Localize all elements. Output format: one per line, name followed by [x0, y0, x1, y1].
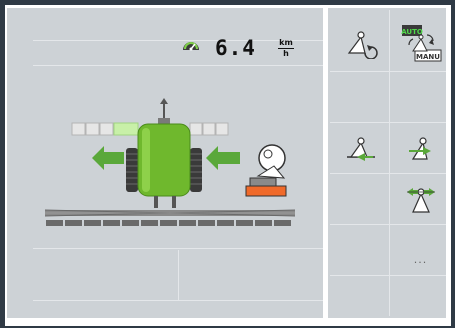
auto-manu-button[interactable]: AUTO MANU: [393, 18, 448, 68]
section-segment-active: [113, 122, 139, 136]
tilt-left-button[interactable]: [333, 124, 388, 174]
operator-icon: [245, 144, 287, 197]
section-segment: [202, 122, 216, 136]
sprayer-tank: [137, 123, 191, 197]
center-boom-button[interactable]: [393, 174, 448, 224]
boom-rotate-button[interactable]: [333, 18, 388, 68]
section-segment: [215, 122, 229, 136]
tilt-right-button[interactable]: [393, 124, 448, 174]
boom-rotate-icon: [347, 31, 378, 59]
more-button[interactable]: ...: [393, 234, 448, 284]
arrow-left-icon: [206, 146, 240, 170]
arrow-left-icon: [92, 146, 124, 170]
tilt-left-icon: [346, 137, 375, 161]
section-segment: [71, 122, 86, 136]
boom: [44, 209, 296, 217]
hitch: [158, 98, 170, 124]
auto-manu-icon: AUTO MANU: [401, 25, 441, 62]
section-segment: [189, 122, 203, 136]
sprayer-scene: [44, 98, 296, 226]
section-segment: [85, 122, 100, 136]
separator-line: [330, 71, 446, 72]
more-label: ...: [413, 252, 428, 266]
section-segment: [99, 122, 114, 136]
center-boom-icon: [406, 188, 435, 213]
boom-mounts: [154, 196, 176, 208]
separator-line: [330, 122, 446, 123]
manu-label: MANU: [416, 53, 440, 61]
separator-line: [389, 10, 390, 316]
auto-label: AUTO: [401, 28, 423, 36]
tilt-right-icon: [408, 137, 431, 160]
separator-line: [330, 224, 446, 225]
boom-sections: [46, 220, 291, 226]
